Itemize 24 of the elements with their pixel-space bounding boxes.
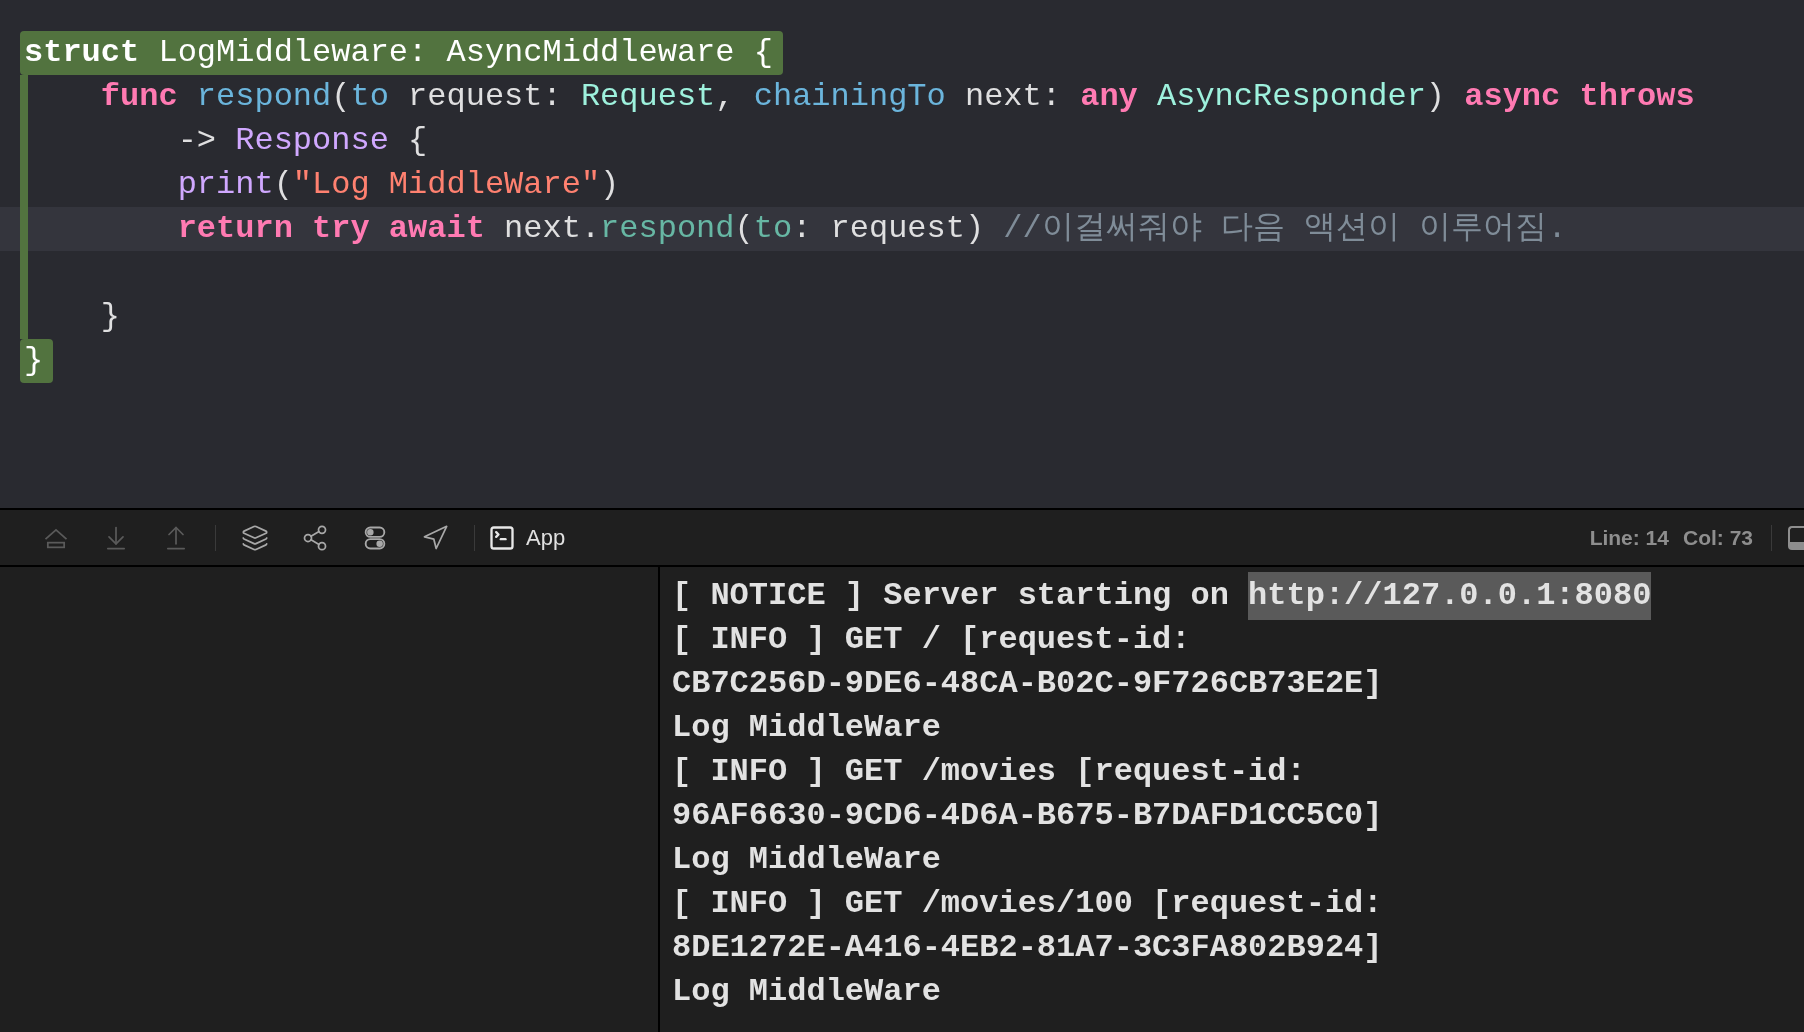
panel-layout-icon[interactable] xyxy=(1788,525,1804,550)
line-number: Line: 14 xyxy=(1589,524,1669,551)
console-text: [ INFO ] GET /movies/100 [request-id: xyxy=(672,884,1383,924)
console-text: [ NOTICE ] Server starting on xyxy=(672,576,1230,616)
code-line: print("Log MiddleWare") xyxy=(176,165,620,205)
console-text: CB7C256D-9DE6-48CA-B02C-9F726CB73E2E] xyxy=(672,664,1383,704)
code-line: -> Response { xyxy=(176,121,428,161)
location-arrow-icon[interactable] xyxy=(421,523,449,552)
layers-icon[interactable] xyxy=(241,523,269,552)
code-line: return try await next.respond(to: request) //이걸써줘야 다음 액션이 이루어짐. xyxy=(176,209,1567,249)
code-line: func respond(to request: Request, chainingTo next: any AsyncResponder) async throws xyxy=(99,77,1695,117)
console-text: 96AF6630-9CD6-4D6A-B675-B7DAFD1CC5C0] xyxy=(672,796,1383,836)
console-text: [ INFO ] GET / [request-id: xyxy=(672,620,1191,660)
column-number: Col: 73 xyxy=(1683,524,1753,551)
selected-text: http://127.0.0.1:8080 xyxy=(1248,572,1652,620)
code-line: } xyxy=(99,297,120,337)
console-text: [ INFO ] GET /movies [request-id: xyxy=(672,752,1306,792)
console-text: Log MiddleWare xyxy=(672,708,941,748)
connected-nodes-icon[interactable] xyxy=(301,523,329,552)
console-text: 8DE1272E-A416-4EB2-81A7-3C3FA802B924] xyxy=(672,928,1383,968)
scheme-label[interactable]: App xyxy=(526,521,566,554)
terminal-icon xyxy=(488,523,516,552)
console-text: Log MiddleWare xyxy=(672,840,941,880)
console-text: Log MiddleWare xyxy=(672,972,941,1012)
